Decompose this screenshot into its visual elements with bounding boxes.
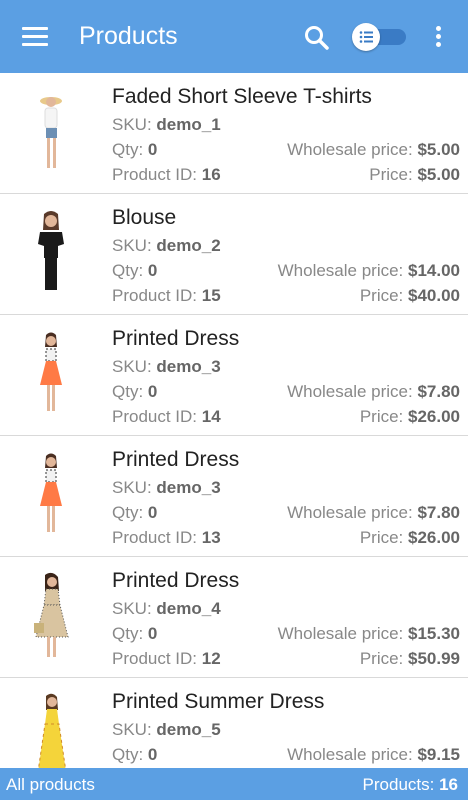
product-row[interactable]: Printed Dress SKU: demo_4 Qty: 0 Product… xyxy=(0,557,468,678)
hamburger-menu-icon[interactable] xyxy=(22,24,50,48)
wholesale-price: Wholesale price: $7.80 xyxy=(287,382,460,401)
product-id: Product ID: 12 xyxy=(112,649,221,668)
product-row[interactable]: Printed Summer Dress SKU: demo_5 Qty: 0 … xyxy=(0,678,468,768)
more-options-icon[interactable] xyxy=(428,24,448,50)
product-thumbnail xyxy=(40,97,62,168)
retail-price: Price: $40.00 xyxy=(359,286,460,305)
product-name: Blouse xyxy=(112,206,177,229)
product-name: Printed Dress xyxy=(112,569,240,592)
product-qty: Qty: 0 xyxy=(112,261,158,280)
search-icon[interactable] xyxy=(303,24,331,52)
wholesale-price: Wholesale price: $5.00 xyxy=(287,140,460,159)
product-thumbnail xyxy=(38,211,64,290)
product-row[interactable]: Printed Dress SKU: demo_3 Qty: 0 Product… xyxy=(0,436,468,557)
product-thumbnail xyxy=(38,693,66,768)
product-qty: Qty: 0 xyxy=(112,503,158,522)
product-id: Product ID: 14 xyxy=(112,407,221,426)
list-view-toggle[interactable] xyxy=(352,23,408,51)
product-sku: SKU: demo_4 xyxy=(112,599,221,618)
retail-price: Price: $5.00 xyxy=(369,165,460,184)
product-name: Printed Dress xyxy=(112,448,240,471)
retail-price: Price: $26.00 xyxy=(359,528,460,547)
product-row[interactable]: Faded Short Sleeve T-shirts SKU: demo_1 … xyxy=(0,73,468,194)
status-footer: All products Products: 16 xyxy=(0,768,468,800)
product-sku: SKU: demo_5 xyxy=(112,720,221,739)
product-name: Faded Short Sleeve T-shirts xyxy=(112,85,372,108)
product-thumbnail xyxy=(40,453,62,532)
product-qty: Qty: 0 xyxy=(112,624,158,643)
wholesale-price: Wholesale price: $7.80 xyxy=(287,503,460,522)
product-thumbnail xyxy=(40,332,62,411)
app-bar: Products xyxy=(0,0,468,73)
product-sku: SKU: demo_3 xyxy=(112,357,221,376)
wholesale-price: Wholesale price: $14.00 xyxy=(277,261,460,280)
product-id: Product ID: 15 xyxy=(112,286,221,305)
page-title: Products xyxy=(79,22,178,50)
filter-label[interactable]: All products xyxy=(6,775,95,795)
product-sku: SKU: demo_3 xyxy=(112,478,221,497)
retail-price: Price: $26.00 xyxy=(359,407,460,426)
retail-price: Price: $50.99 xyxy=(359,649,460,668)
product-list[interactable]: Faded Short Sleeve T-shirts SKU: demo_1 … xyxy=(0,73,468,768)
product-qty: Qty: 0 xyxy=(112,140,158,159)
wholesale-price: Wholesale price: $15.30 xyxy=(277,624,460,643)
product-id: Product ID: 13 xyxy=(112,528,221,547)
wholesale-price: Wholesale price: $9.15 xyxy=(287,745,460,764)
product-name: Printed Dress xyxy=(112,327,240,350)
product-name: Printed Summer Dress xyxy=(112,690,325,713)
product-row[interactable]: Blouse SKU: demo_2 Qty: 0 Product ID: 15… xyxy=(0,194,468,315)
product-sku: SKU: demo_2 xyxy=(112,236,221,255)
product-qty: Qty: 0 xyxy=(112,745,158,764)
list-view-icon xyxy=(352,23,380,51)
product-thumbnail xyxy=(34,572,69,657)
product-row[interactable]: Printed Dress SKU: demo_3 Qty: 0 Product… xyxy=(0,315,468,436)
product-sku: SKU: demo_1 xyxy=(112,115,221,134)
product-qty: Qty: 0 xyxy=(112,382,158,401)
product-id: Product ID: 16 xyxy=(112,165,221,184)
product-count: Products: 16 xyxy=(362,775,458,794)
